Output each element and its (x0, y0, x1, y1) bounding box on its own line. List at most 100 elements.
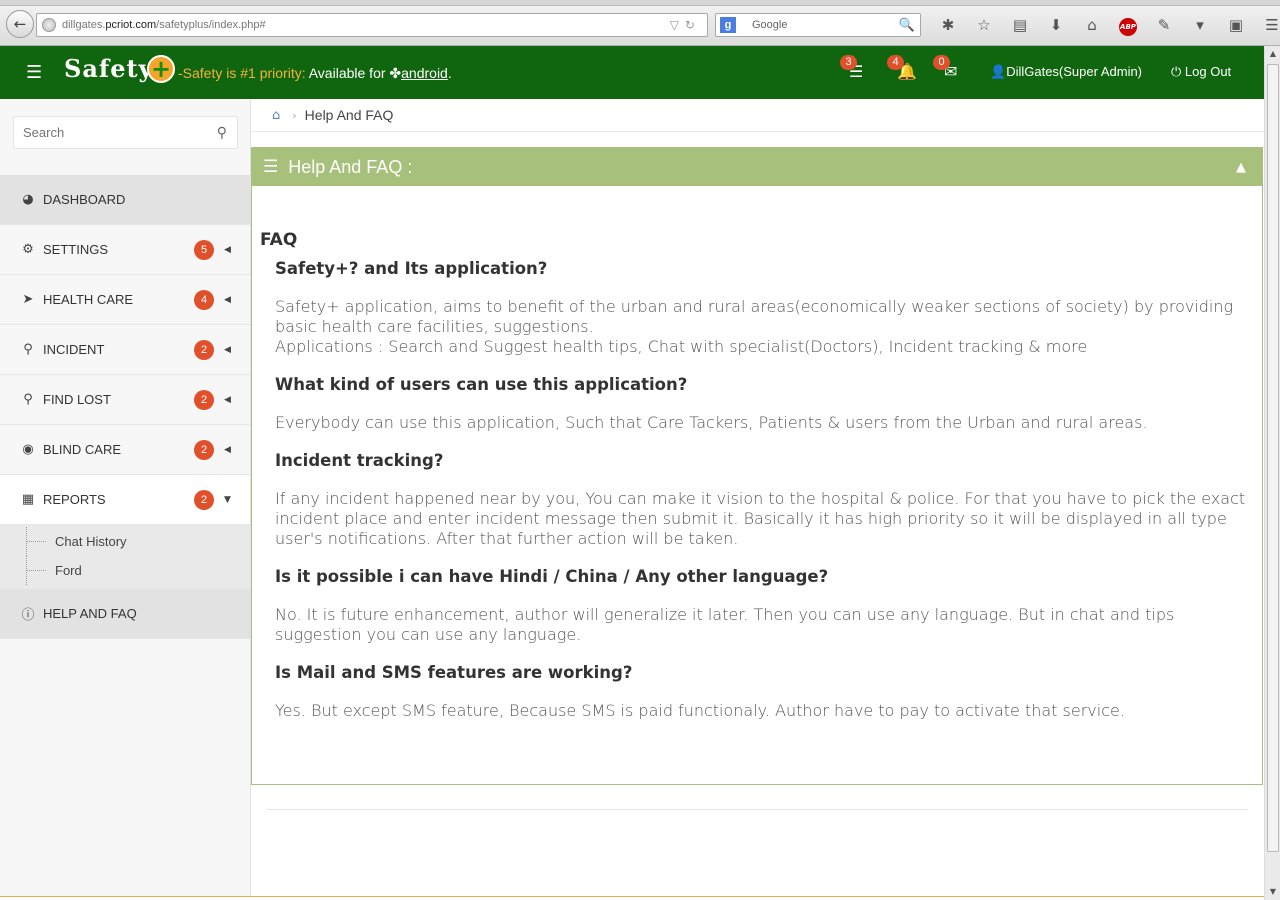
faq-answer: Everybody can use this application, Such… (275, 413, 1148, 432)
sidebar-item-label: BLIND CARE (43, 442, 122, 457)
adblock-icon[interactable]: ABP (1110, 15, 1146, 36)
tagline-end: . (447, 65, 452, 81)
caret-left-icon: ◀ (224, 444, 231, 455)
faq-heading: FAQ (260, 230, 298, 250)
window-icon[interactable]: ▣ (1218, 16, 1254, 34)
sidebar-subitem-chat-history[interactable]: Chat History (0, 527, 250, 556)
home-icon[interactable]: ⌂ (1074, 16, 1110, 34)
sidebar: ⚲ ◕ DASHBOARD ⚙ SETTINGS 5 ◀ ➤ HEALTH CA… (0, 99, 251, 900)
breadcrumb: ⌂ › Help And FAQ (251, 99, 1264, 132)
power-icon: ⏻ (1171, 64, 1185, 79)
caret-down-icon: ▼ (224, 494, 231, 505)
sidebar-item-label: INCIDENT (43, 342, 105, 357)
address-bar[interactable]: dillgates.pcriot.com/safetyplus/index.ph… (36, 13, 708, 37)
sidebar-item-health-care[interactable]: ➤ HEALTH CARE 4 ◀ (0, 275, 250, 325)
bookmark-star-icon[interactable]: ☆ (966, 16, 1002, 34)
sidebar-item-help-and-faq[interactable]: ⓘ HELP AND FAQ (0, 589, 250, 639)
user-icon: 👤 (990, 64, 1007, 79)
tagline-available: Available for (305, 65, 390, 81)
logo-text[interactable]: Safety (64, 54, 154, 83)
reload-icon[interactable]: ▽↻ (670, 18, 701, 32)
panel-header: ☰ Help And FAQ : ▲ (252, 148, 1262, 186)
download-icon[interactable]: ⬇ (1038, 16, 1074, 34)
count-badge: 2 (194, 489, 214, 510)
logout-label: Log Out (1184, 64, 1232, 79)
breadcrumb-current: Help And FAQ (304, 107, 394, 123)
vertical-scrollbar[interactable]: ▲ ▼ (1264, 46, 1280, 900)
user-menu[interactable]: 👤DillGates(Super Admin) (990, 64, 1142, 80)
panel-title: Help And FAQ : (288, 156, 413, 177)
logo-plus-icon: + (147, 55, 175, 83)
hamburger-menu-icon[interactable]: ☰ (26, 62, 42, 83)
android-link[interactable]: android (401, 65, 448, 81)
user-name: DillGates(Super Admin) (1006, 64, 1143, 79)
caret-left-icon: ◀ (224, 244, 231, 255)
scroll-thumb[interactable] (1267, 64, 1279, 852)
browser-toolbar: ← dillgates.pcriot.com/safetyplus/index.… (0, 0, 1280, 46)
browser-toolbar-icons: ✱ ☆ ▤ ⬇ ⌂ ABP ✎ ▾ ▣ ☰ (930, 13, 1280, 37)
faq-question: Safety+? and Its application? (275, 259, 548, 278)
footer-divider (266, 809, 1248, 810)
scroll-down-arrow-icon[interactable]: ▼ (1265, 884, 1280, 900)
sidebar-search-input[interactable] (23, 125, 217, 140)
faq-answer: Yes. But except SMS feature, Because SMS… (275, 701, 1125, 720)
eye-slash-icon: ◉ (22, 442, 34, 457)
sidebar-menu: ◕ DASHBOARD ⚙ SETTINGS 5 ◀ ➤ HEALTH CARE… (0, 175, 250, 639)
search-icon[interactable]: ⚲ (217, 125, 227, 141)
faq-answer: No. It is future enhancement, author wil… (275, 605, 1175, 644)
sidebar-item-find-lost[interactable]: ⚲ FIND LOST 2 ◀ (0, 375, 250, 425)
caret-left-icon: ◀ (224, 294, 231, 305)
sidebar-item-label: FIND LOST (43, 392, 111, 407)
url-host: dillgates. (62, 19, 106, 31)
count-badge: 4 (194, 289, 214, 310)
map-marker-icon: ⚲ (23, 342, 33, 357)
gears-icon: ⚙ (22, 242, 34, 257)
sidebar-item-label: REPORTS (43, 492, 106, 507)
count-badge: 2 (194, 389, 214, 410)
back-button[interactable]: ← (6, 10, 34, 38)
tab-strip (0, 0, 1280, 6)
google-icon[interactable]: g (720, 17, 736, 33)
count-badge: 2 (194, 439, 214, 460)
faq-question: Is it possible i can have Hindi / China … (275, 567, 829, 586)
sidebar-item-label: HELP AND FAQ (43, 606, 137, 621)
faq-question: Is Mail and SMS features are working? (275, 663, 633, 682)
mail-badge: 0 (933, 55, 950, 70)
clipboard-icon[interactable]: ▤ (1002, 16, 1038, 34)
sidebar-subitem-ford[interactable]: Ford (0, 556, 250, 585)
home-icon[interactable]: ⌂ (272, 108, 280, 123)
app-header: ☰ Safety + -Safety is #1 priority: Avail… (0, 46, 1264, 99)
browser-search-bar[interactable]: g Google 🔍 (715, 13, 921, 37)
menu-icon[interactable]: ☰ (1254, 16, 1280, 34)
sidebar-item-blind-care[interactable]: ◉ BLIND CARE 2 ◀ (0, 425, 250, 475)
globe-icon (42, 18, 56, 32)
url-domain: pcriot.com (105, 19, 157, 31)
extension-icon[interactable]: ✎ (1146, 16, 1182, 34)
faq-answer: Safety+ application, aims to benefit of … (275, 297, 1234, 356)
location-arrow-icon: ➤ (22, 292, 34, 307)
logout-button[interactable]: ⏻ Log Out (1171, 64, 1231, 80)
search-icon[interactable]: 🔍 (899, 18, 915, 33)
sidebar-item-settings[interactable]: ⚙ SETTINGS 5 ◀ (0, 225, 250, 275)
chevron-right-icon: › (292, 108, 297, 122)
dashboard-icon: ◕ (22, 192, 34, 207)
sidebar-item-reports[interactable]: ▦ REPORTS 2 ▼ (0, 475, 250, 525)
count-badge: 5 (194, 239, 214, 260)
count-badge: 2 (194, 339, 214, 360)
android-icon: ✤ (389, 65, 402, 81)
map-marker-icon: ⚲ (23, 392, 33, 407)
bars-icon: ☰ (263, 157, 279, 177)
dropdown-icon[interactable]: ▾ (1182, 16, 1218, 34)
back-arrow-icon: ← (13, 15, 27, 33)
chevron-up-icon[interactable]: ▲ (1236, 160, 1246, 175)
addon-icon[interactable]: ✱ (930, 16, 966, 34)
url-text[interactable]: dillgates.pcriot.com/safetyplus/index.ph… (62, 19, 670, 31)
tagline-priority: -Safety is #1 priority: (178, 65, 306, 81)
sidebar-item-dashboard[interactable]: ◕ DASHBOARD (0, 175, 250, 225)
scroll-up-arrow-icon[interactable]: ▲ (1265, 46, 1280, 62)
reports-submenu: Chat History Ford (0, 525, 250, 589)
sidebar-item-label: SETTINGS (43, 242, 109, 257)
adblock-label: ABP (1119, 17, 1137, 36)
caret-left-icon: ◀ (224, 344, 231, 355)
sidebar-item-incident[interactable]: ⚲ INCIDENT 2 ◀ (0, 325, 250, 375)
